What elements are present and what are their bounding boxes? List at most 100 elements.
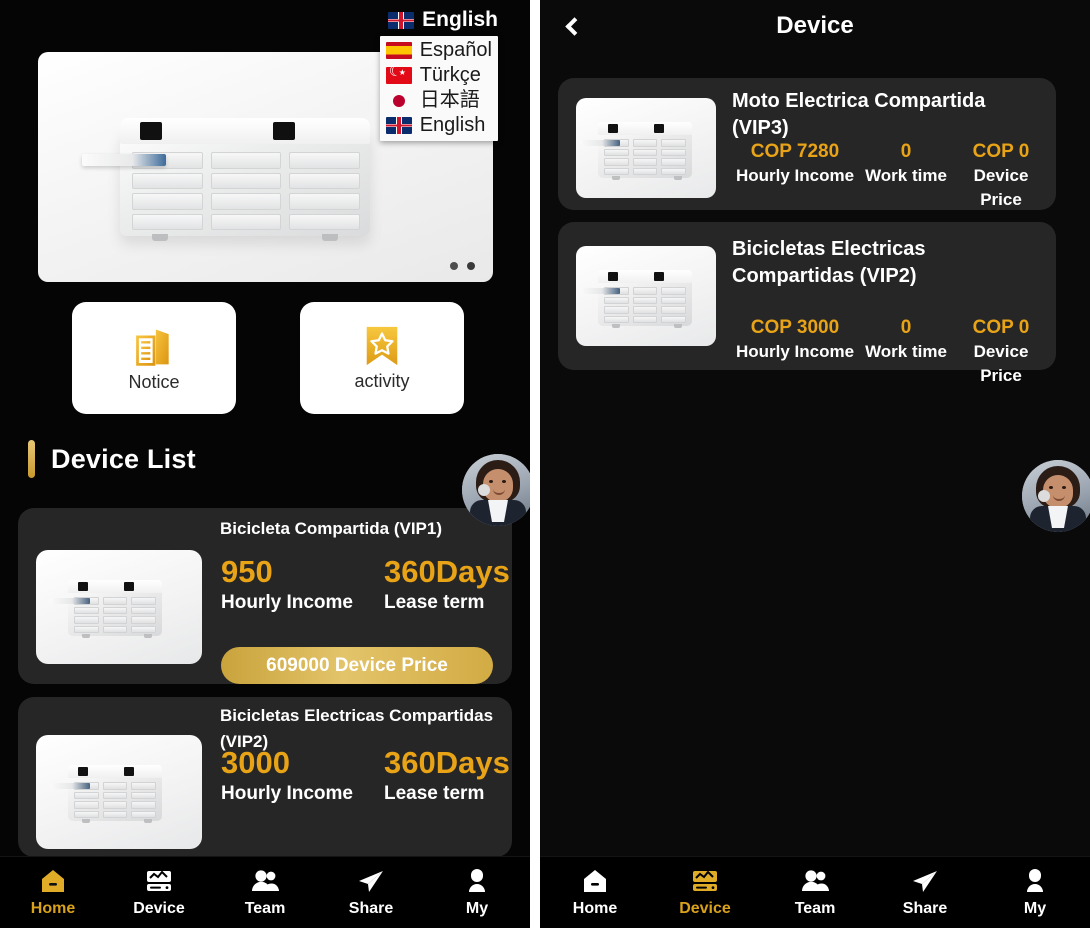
device-price-value: COP 0 [952,140,1050,164]
home-device-card[interactable]: Bicicletas Electricas Compartidas (VIP2)… [18,697,512,857]
lease-term-label: Lease term [384,781,510,806]
device-price-value: COP 0 [952,316,1050,340]
carousel-dots[interactable] [450,262,475,270]
device-thumbnail [576,246,716,346]
device-stat-labels: Hourly Income Work time Device Price [730,164,1050,212]
language-option-es[interactable]: Español [386,38,492,63]
back-chevron-icon [565,17,583,35]
language-selector[interactable]: English [388,8,498,32]
nav-item-my[interactable]: My [980,868,1090,918]
lease-term-label: Lease term [384,590,510,615]
hourly-income-value: COP 7280 [730,140,860,164]
device-stats: 3000 Hourly Income 360Days Lease term [221,745,510,806]
carousel-dot[interactable] [450,262,458,270]
hourly-income-label: Hourly Income [730,164,860,212]
activity-label: activity [354,371,409,392]
nav-label: Home [573,900,617,918]
nav-item-device[interactable]: Device [650,868,760,918]
customer-service-avatar[interactable] [1022,460,1090,532]
nav-label: Share [349,900,393,918]
device-title: Bicicleta Compartida (VIP1) [220,516,442,542]
home-panel: English Español Türkçe 日本語 English [0,0,530,928]
building-chart-icon [132,324,176,368]
home-icon [38,868,68,895]
panel-divider [530,0,540,928]
device-stat-labels: Hourly Income Work time Device Price [730,340,1050,388]
language-option-en[interactable]: English [386,113,492,138]
nav-label: Team [795,900,836,918]
work-time-label: Work time [860,164,952,212]
team-icon [800,868,830,895]
user-icon [462,868,492,895]
bottom-navigation: Home Device Team [540,856,1090,928]
uk-flag-icon [386,117,412,134]
lease-term-stat: 360Days Lease term [384,745,510,806]
device-stats: COP 7280 0 COP 0 Hourly Income Work time… [730,140,1050,212]
hourly-income-stat: 950 Hourly Income [221,554,384,615]
nav-item-share[interactable]: Share [870,868,980,918]
quick-actions-row: Notice activity [0,302,530,414]
section-accent-bar [28,440,35,478]
work-time-value: 0 [860,140,952,164]
device-icon [690,868,720,895]
device-title: Bicicletas Electricas Compartidas (VIP2) [732,236,1044,290]
hourly-income-label: Hourly Income [221,590,384,615]
language-option-label: English [420,113,486,138]
hourly-income-stat: 3000 Hourly Income [221,745,384,806]
nav-label: My [466,900,488,918]
share-icon [356,868,386,895]
app-screen: English Español Türkçe 日本語 English [0,0,1090,928]
hourly-income-value: COP 3000 [730,316,860,340]
spain-flag-icon [386,42,412,59]
hourly-income-value: 3000 [221,745,384,781]
device-price-label: Device Price [952,340,1050,388]
device-price-button[interactable]: 609000 Device Price [221,647,493,684]
nav-label: Team [245,900,286,918]
team-icon [250,868,280,895]
device-stats: 950 Hourly Income 360Days Lease term [221,554,510,615]
nav-label: Home [31,900,75,918]
nav-item-home[interactable]: Home [540,868,650,918]
lease-term-stat: 360Days Lease term [384,554,510,615]
turkey-flag-icon [386,67,412,84]
device-stats: COP 3000 0 COP 0 Hourly Income Work time… [730,316,1050,388]
back-button[interactable] [554,8,590,44]
device-stat-values: COP 7280 0 COP 0 [730,140,1050,164]
carousel-dot-active[interactable] [467,262,475,270]
nav-item-team[interactable]: Team [212,868,318,918]
japan-flag-icon [386,92,412,109]
work-time-value: 0 [860,316,952,340]
notice-label: Notice [128,372,179,393]
device-list-section-header: Device List [28,440,196,478]
device-thumbnail [36,735,202,849]
nav-item-home[interactable]: Home [0,868,106,918]
nav-label: Share [903,900,947,918]
bottom-navigation: Home Device Team [0,856,530,928]
nav-label: My [1024,900,1046,918]
device-list-item[interactable]: Bicicletas Electricas Compartidas (VIP2)… [558,222,1056,370]
hourly-income-label: Hourly Income [730,340,860,388]
nav-item-team[interactable]: Team [760,868,870,918]
home-device-card[interactable]: Bicicleta Compartida (VIP1) 950 Hourly I… [18,508,512,684]
device-panel: Device Moto Electrica Compartida (VIP3 [540,0,1090,928]
nav-label: Device [679,900,731,918]
device-price-label: Device Price [952,164,1050,212]
work-time-label: Work time [860,340,952,388]
nav-label: Device [133,900,185,918]
activity-card[interactable]: activity [300,302,464,414]
share-icon [910,868,940,895]
language-dropdown-menu[interactable]: Español Türkçe 日本語 English [380,36,498,141]
nav-item-device[interactable]: Device [106,868,212,918]
lease-term-value: 360Days [384,554,510,590]
nav-item-my[interactable]: My [424,868,530,918]
language-option-tr[interactable]: Türkçe [386,63,492,88]
device-list-item[interactable]: Moto Electrica Compartida (VIP3) COP 728… [558,78,1056,210]
page-title: Device [776,12,853,40]
language-option-ja[interactable]: 日本語 [386,88,492,113]
language-option-label: Español [420,38,492,63]
nav-item-share[interactable]: Share [318,868,424,918]
section-title-text: Device List [51,444,196,475]
customer-service-avatar[interactable] [462,454,530,526]
notice-card[interactable]: Notice [72,302,236,414]
language-option-label: 日本語 [420,88,480,113]
